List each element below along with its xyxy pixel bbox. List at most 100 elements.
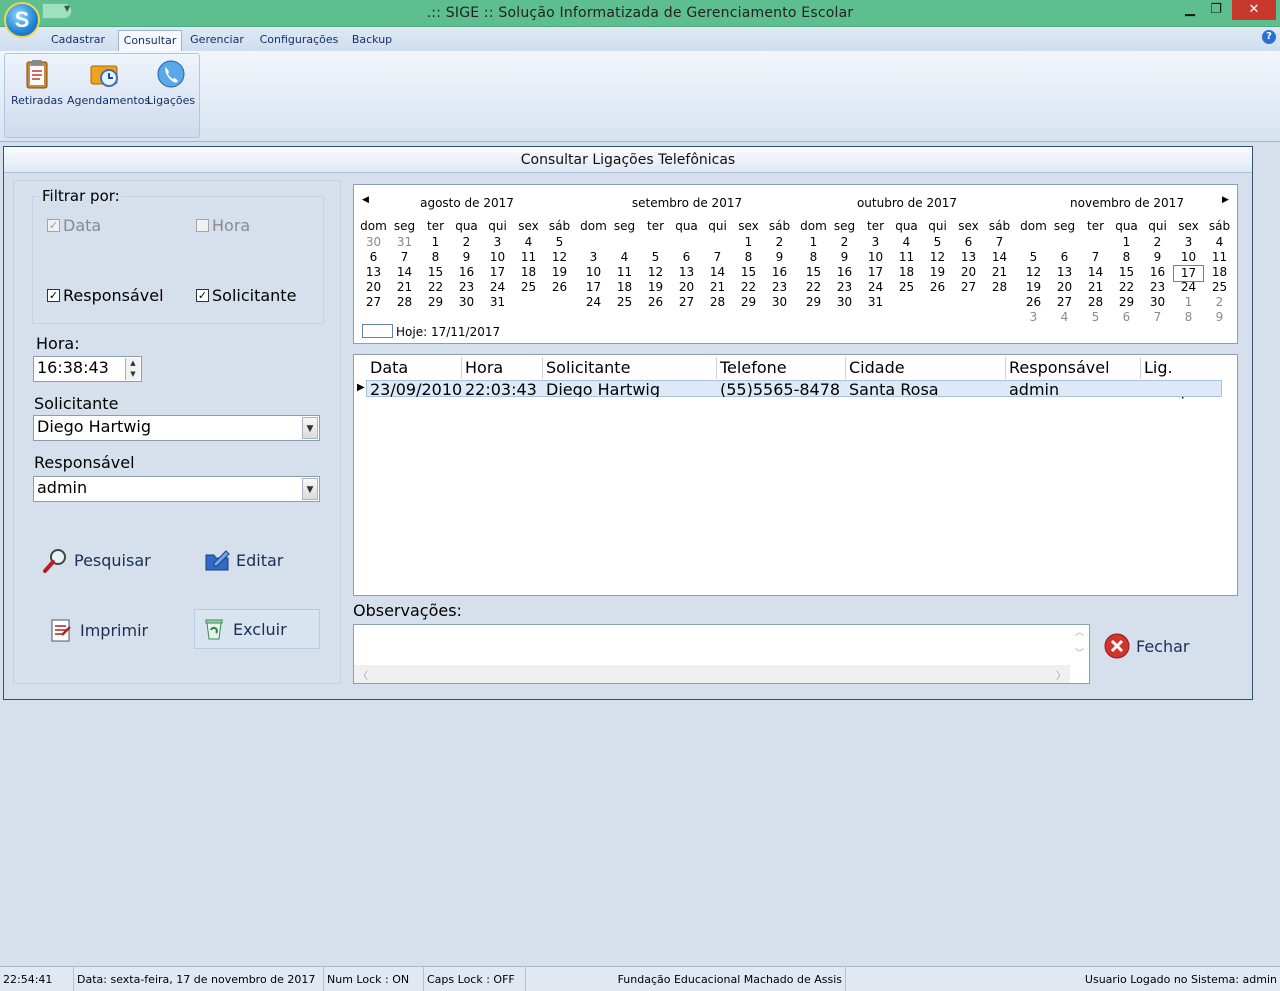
calendar-day[interactable]: 5	[640, 250, 671, 265]
maximize-button[interactable]: ❐	[1204, 0, 1228, 20]
ligacoes-grid[interactable]: Data Hora Solicitante Telefone Cidade Re…	[353, 354, 1238, 596]
calendar-day[interactable]: 6	[953, 235, 984, 250]
calendar-day[interactable]: 24	[578, 295, 609, 310]
calendar-day[interactable]: 21	[389, 280, 420, 295]
calendar-day[interactable]: 24	[860, 280, 891, 295]
calendar-day[interactable]: 8	[1111, 250, 1142, 265]
hora-time-picker[interactable]: 16:38:43 ▲ ▼	[33, 356, 142, 382]
calendar-day[interactable]: 31	[389, 235, 420, 250]
retiradas-button[interactable]: Retiradas	[9, 58, 65, 107]
tab-backup[interactable]: Backup	[348, 30, 396, 51]
calendar-day[interactable]: 4	[609, 250, 640, 265]
calendar-day[interactable]: 19	[1018, 280, 1049, 295]
calendar-day[interactable]: 2	[829, 235, 860, 250]
app-menu-button[interactable]: S	[4, 2, 40, 38]
calendar-day[interactable]: 6	[671, 250, 702, 265]
minimize-button[interactable]: ▁	[1178, 0, 1202, 20]
calendar-day[interactable]: 23	[764, 280, 795, 295]
calendar-day[interactable]: 14	[389, 265, 420, 280]
calendar-day[interactable]: 19	[922, 265, 953, 280]
filter-hora-checkbox[interactable]: Hora	[196, 216, 250, 235]
calendar-day[interactable]: 24	[1173, 280, 1204, 295]
calendar-day[interactable]: 8	[733, 250, 764, 265]
calendar-day[interactable]: 30	[451, 295, 482, 310]
calendar-day[interactable]: 18	[1204, 265, 1235, 280]
calendar-day[interactable]: 2	[451, 235, 482, 250]
calendar-day[interactable]: 6	[1111, 310, 1142, 325]
calendar-day[interactable]: 26	[1018, 295, 1049, 310]
tab-gerenciar[interactable]: Gerenciar	[188, 30, 246, 51]
chevron-down-icon[interactable]: ▼	[302, 417, 318, 439]
imprimir-button[interactable]: Imprimir	[48, 610, 168, 650]
calendar-month-title[interactable]: novembro de 2017	[1018, 196, 1236, 210]
calendar-day[interactable]: 8	[420, 250, 451, 265]
today-label[interactable]: Hoje: 17/11/2017	[396, 325, 500, 339]
calendar-day[interactable]: 15	[733, 265, 764, 280]
calendar-day[interactable]: 28	[389, 295, 420, 310]
calendar-day[interactable]: 22	[420, 280, 451, 295]
calendar-day[interactable]: 4	[513, 235, 544, 250]
calendar-day[interactable]: 9	[451, 250, 482, 265]
calendar-day[interactable]: 25	[609, 295, 640, 310]
filter-data-checkbox[interactable]: ✓ Data	[47, 216, 101, 235]
calendar-day[interactable]: 11	[609, 265, 640, 280]
scroll-up-icon[interactable]: ︿	[1070, 625, 1089, 638]
calendar-day[interactable]: 9	[764, 250, 795, 265]
calendar-day[interactable]: 29	[733, 295, 764, 310]
calendar-day[interactable]: 19	[640, 280, 671, 295]
calendar-day[interactable]: 29	[420, 295, 451, 310]
calendar-day[interactable]: 26	[922, 280, 953, 295]
scroll-left-icon[interactable]: 〈	[358, 667, 368, 682]
calendar-day[interactable]: 23	[1142, 280, 1173, 295]
filter-responsavel-checkbox[interactable]: ✓ Responsável	[47, 286, 164, 305]
column-header-telefone[interactable]: Telefone	[717, 357, 846, 379]
calendar-day[interactable]: 16	[764, 265, 795, 280]
calendar-day[interactable]: 24	[482, 280, 513, 295]
calendar-day[interactable]: 14	[984, 250, 1015, 265]
calendar-day[interactable]: 6	[1049, 250, 1080, 265]
calendar-day[interactable]: 30	[764, 295, 795, 310]
calendar-day[interactable]: 4	[891, 235, 922, 250]
tab-configuracoes[interactable]: Configurações	[258, 30, 340, 51]
calendar-day[interactable]: 13	[671, 265, 702, 280]
chevron-down-icon[interactable]: ▼	[302, 478, 318, 500]
month-calendar[interactable]: ◀ ▶ agosto de 2017 dom seg ter qua qui sex sáb 3…	[353, 184, 1238, 344]
responsavel-select[interactable]: admin ▼	[33, 476, 320, 502]
calendar-day[interactable]: 21	[702, 280, 733, 295]
tab-consultar[interactable]: Consultar	[118, 30, 182, 51]
calendar-day[interactable]: 19	[544, 265, 575, 280]
calendar-day[interactable]: 3	[1173, 235, 1204, 250]
calendar-day[interactable]: 3	[578, 250, 609, 265]
calendar-day[interactable]: 13	[358, 265, 389, 280]
calendar-day[interactable]: 10	[860, 250, 891, 265]
calendar-day[interactable]: 7	[389, 250, 420, 265]
calendar-day[interactable]: 3	[860, 235, 891, 250]
calendar-day[interactable]: 22	[798, 280, 829, 295]
calendar-day[interactable]: 2	[764, 235, 795, 250]
calendar-day[interactable]: 27	[953, 280, 984, 295]
calendar-day[interactable]: 25	[1204, 280, 1235, 295]
calendar-day[interactable]: 22	[733, 280, 764, 295]
calendar-day[interactable]: 17	[482, 265, 513, 280]
calendar-day[interactable]: 26	[544, 280, 575, 295]
editar-button[interactable]: Editar	[204, 540, 314, 580]
calendar-day[interactable]: 11	[1204, 250, 1235, 265]
calendar-day[interactable]: 1	[420, 235, 451, 250]
calendar-day[interactable]: 10	[482, 250, 513, 265]
calendar-day[interactable]: 9	[829, 250, 860, 265]
calendar-day[interactable]: 31	[860, 295, 891, 310]
calendar-day[interactable]: 8	[798, 250, 829, 265]
observacoes-horizontal-scrollbar[interactable]: 〈〉	[354, 665, 1070, 683]
calendar-day[interactable]: 30	[358, 235, 389, 250]
calendar-day[interactable]: 20	[953, 265, 984, 280]
calendar-day[interactable]: 28	[984, 280, 1015, 295]
scroll-down-icon[interactable]: ﹀	[1070, 646, 1089, 659]
calendar-day[interactable]: 5	[922, 235, 953, 250]
calendar-day[interactable]: 30	[1142, 295, 1173, 310]
calendar-day[interactable]: 5	[1080, 310, 1111, 325]
calendar-day[interactable]: 7	[1142, 310, 1173, 325]
calendar-day[interactable]: 1	[1173, 295, 1204, 310]
help-icon[interactable]: ?	[1262, 30, 1276, 44]
calendar-day[interactable]: 18	[609, 280, 640, 295]
calendar-day[interactable]: 23	[829, 280, 860, 295]
